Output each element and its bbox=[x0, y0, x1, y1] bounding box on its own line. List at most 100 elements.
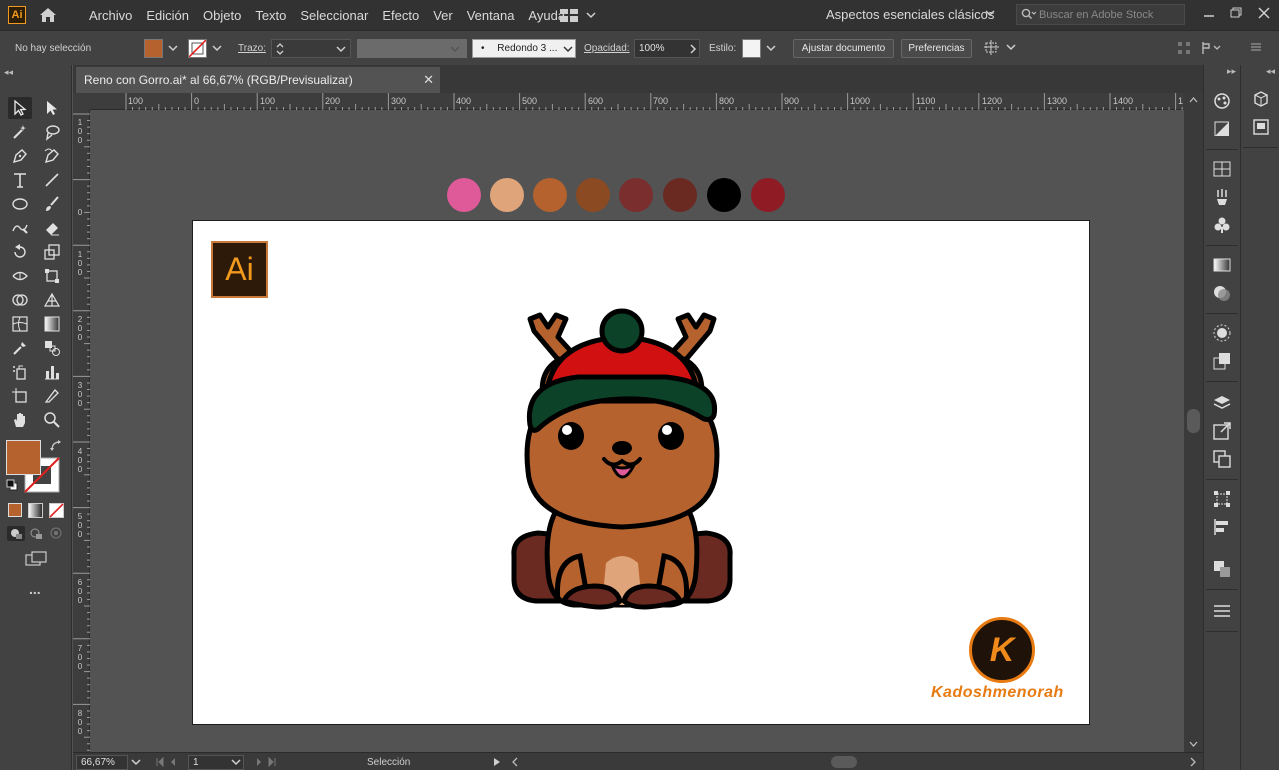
eraser-tool[interactable] bbox=[40, 217, 64, 239]
menu-edicion[interactable]: Edición bbox=[146, 8, 189, 23]
scroll-left-icon[interactable] bbox=[511, 757, 519, 767]
status-menu-arrow-icon[interactable] bbox=[493, 757, 501, 767]
stroke-swatch[interactable] bbox=[188, 39, 207, 58]
color-guide-icon[interactable] bbox=[1212, 119, 1232, 139]
opacity-input[interactable]: 100% bbox=[634, 39, 700, 58]
layers-icon[interactable] bbox=[1212, 393, 1232, 413]
chevron-down-icon[interactable] bbox=[212, 44, 222, 52]
draw-inside-icon[interactable] bbox=[48, 526, 64, 541]
symbols-icon[interactable] bbox=[1212, 215, 1232, 235]
scroll-right-icon[interactable] bbox=[1189, 757, 1197, 767]
eyedropper-tool[interactable] bbox=[8, 337, 32, 359]
scale-tool[interactable] bbox=[40, 241, 64, 263]
menu-ventana[interactable]: Ventana bbox=[467, 8, 515, 23]
gradient-mode-icon[interactable] bbox=[28, 503, 43, 518]
scroll-thumb[interactable] bbox=[1187, 409, 1200, 433]
mesh-tool[interactable] bbox=[8, 313, 32, 335]
artboard[interactable]: Ai K Kadoshmenorah bbox=[192, 220, 1090, 725]
palette-swatch[interactable] bbox=[663, 178, 697, 212]
slice-tool[interactable] bbox=[40, 385, 64, 407]
collapse-dock-icon[interactable]: ▸▸ bbox=[1227, 66, 1236, 77]
zoom-tool[interactable] bbox=[40, 409, 64, 431]
menu-objeto[interactable]: Objeto bbox=[203, 8, 241, 23]
gradient-panel-icon[interactable] bbox=[1212, 255, 1232, 275]
lasso-tool[interactable] bbox=[40, 121, 64, 143]
reindeer-illustration[interactable] bbox=[508, 301, 738, 616]
menu-seleccionar[interactable]: Seleccionar bbox=[300, 8, 368, 23]
canvas[interactable]: Ai K Kadoshmenorah bbox=[90, 110, 1184, 752]
free-transform-tool[interactable] bbox=[40, 265, 64, 287]
screen-mode-icon[interactable] bbox=[24, 551, 48, 567]
edit-toolbar-button[interactable]: ... bbox=[29, 581, 41, 597]
chevron-down-icon[interactable] bbox=[336, 45, 346, 53]
transparency-icon[interactable] bbox=[1212, 283, 1232, 303]
libraries-icon[interactable] bbox=[1251, 89, 1271, 109]
graphic-style-swatch[interactable] bbox=[742, 39, 761, 58]
stepper-icon[interactable] bbox=[275, 41, 285, 57]
variable-width-profile[interactable] bbox=[357, 39, 467, 58]
type-tool[interactable] bbox=[8, 169, 32, 191]
fit-document-button[interactable]: Ajustar documento bbox=[793, 39, 894, 58]
fill-color-front[interactable] bbox=[6, 440, 41, 475]
column-graph-tool[interactable] bbox=[40, 361, 64, 383]
scroll-down-icon[interactable] bbox=[1189, 741, 1198, 747]
none-mode-icon[interactable] bbox=[49, 503, 64, 518]
scroll-up-icon[interactable] bbox=[1189, 97, 1198, 103]
preferences-button[interactable]: Preferencias bbox=[901, 39, 972, 58]
menu-texto[interactable]: Texto bbox=[255, 8, 286, 23]
properties-icon[interactable] bbox=[1251, 117, 1271, 137]
fill-swatch[interactable] bbox=[144, 39, 163, 58]
hand-tool[interactable] bbox=[8, 409, 32, 431]
graphic-styles-icon[interactable] bbox=[1212, 351, 1232, 371]
ellipse-tool[interactable] bbox=[8, 193, 32, 215]
symbol-sprayer-tool[interactable] bbox=[8, 361, 32, 383]
vertical-ruler[interactable]: 100 0 100 200 300 400 500 600 700 800 bbox=[73, 110, 90, 752]
shape-builder-tool[interactable] bbox=[8, 289, 32, 311]
draw-normal-icon[interactable] bbox=[7, 526, 25, 541]
align-panel-icon[interactable] bbox=[1212, 517, 1232, 537]
menu-lines-icon[interactable] bbox=[1250, 42, 1262, 52]
artboard-tool[interactable] bbox=[8, 385, 32, 407]
default-colors-icon[interactable] bbox=[6, 479, 18, 491]
restore-icon[interactable] bbox=[1228, 6, 1244, 20]
home-icon[interactable] bbox=[38, 6, 58, 24]
close-tab-icon[interactable]: ✕ bbox=[423, 72, 434, 88]
align-icon[interactable] bbox=[1177, 41, 1191, 55]
direct-selection-tool[interactable] bbox=[40, 97, 64, 119]
brushes-icon[interactable] bbox=[1212, 187, 1232, 207]
close-icon[interactable] bbox=[1256, 6, 1272, 20]
curvature-tool[interactable] bbox=[40, 145, 64, 167]
gradient-tool[interactable] bbox=[40, 313, 64, 335]
palette-swatch[interactable] bbox=[707, 178, 741, 212]
magic-wand-tool[interactable] bbox=[8, 121, 32, 143]
minimize-icon[interactable] bbox=[1201, 6, 1217, 20]
horizontal-ruler[interactable]: 100 0 100 200 300 400 500 600 700 800 90… bbox=[90, 93, 1184, 110]
first-prev-artboard-icon[interactable] bbox=[155, 757, 183, 767]
menu-archivo[interactable]: Archivo bbox=[89, 8, 132, 23]
perspective-grid-tool[interactable] bbox=[40, 289, 64, 311]
selection-tool[interactable] bbox=[8, 97, 32, 119]
chevron-right-icon[interactable] bbox=[689, 44, 697, 54]
arrange-documents-button[interactable] bbox=[560, 8, 596, 22]
width-tool[interactable] bbox=[8, 265, 32, 287]
palette-swatch[interactable] bbox=[619, 178, 653, 212]
line-segment-tool[interactable] bbox=[40, 169, 64, 191]
palette-swatch[interactable] bbox=[447, 178, 481, 212]
paintbrush-tool[interactable] bbox=[40, 193, 64, 215]
chevron-down-icon[interactable] bbox=[985, 9, 995, 17]
blend-tool[interactable] bbox=[40, 337, 64, 359]
rotate-tool[interactable] bbox=[8, 241, 32, 263]
document-tab[interactable]: Reno con Gorro.ai* al 66,67% (RGB/Previs… bbox=[76, 67, 440, 93]
chevron-down-icon[interactable] bbox=[131, 758, 141, 766]
chevron-down-icon[interactable] bbox=[168, 44, 178, 52]
stock-search-input[interactable]: Buscar en Adobe Stock bbox=[1016, 4, 1185, 25]
palette-swatch[interactable] bbox=[751, 178, 785, 212]
palette-swatch[interactable] bbox=[533, 178, 567, 212]
brush-definition-dropdown[interactable]: • Redondo 3 ... bbox=[472, 39, 576, 58]
color-mode-button[interactable] bbox=[8, 503, 22, 517]
appearance-icon[interactable] bbox=[1212, 323, 1232, 343]
chevron-down-icon[interactable] bbox=[766, 44, 776, 52]
chevron-down-icon[interactable] bbox=[231, 758, 241, 766]
transform-icon[interactable] bbox=[1200, 40, 1222, 56]
ruler-origin[interactable] bbox=[73, 93, 90, 110]
